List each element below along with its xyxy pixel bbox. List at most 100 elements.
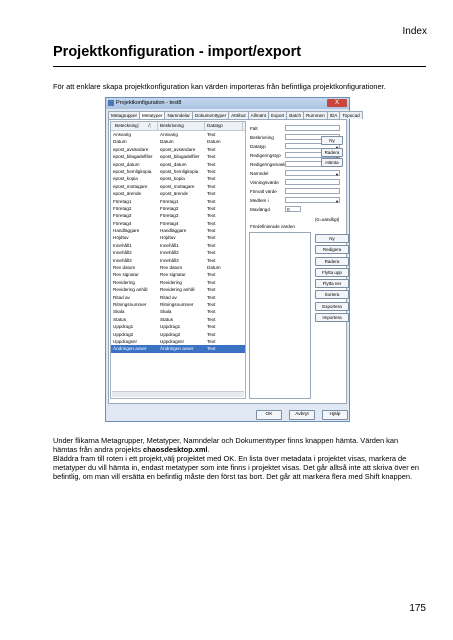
grid-ny-button[interactable]: Ny (321, 136, 343, 145)
table-cell: Innehåll2 (113, 250, 132, 256)
tab-export[interactable]: Export (268, 111, 288, 119)
table-row[interactable]: epost_ärende epost_ärende Text (111, 190, 245, 197)
horizontal-scrollbar[interactable] (112, 391, 244, 397)
table-row[interactable]: Handläggare Handläggare Text (111, 227, 245, 234)
table-row[interactable]: Skala Skala Text (111, 308, 245, 315)
table-row[interactable]: Uppdragsnr Uppdragsnr Text (111, 338, 245, 345)
table-row[interactable]: Innehåll2 Innehåll2 Text (111, 249, 245, 256)
hjälp-button[interactable]: Hjälp (322, 410, 348, 420)
table-cell: Höjdtuv (113, 235, 129, 241)
predefined-flytta-ner-button[interactable]: Flytta ner (315, 279, 349, 289)
table-cell: Rev datum (160, 265, 183, 271)
field-label: Visningsvärde (250, 180, 279, 185)
column-header-datatyp[interactable]: Datatyp (205, 122, 243, 130)
field-label: Maxlängd (250, 207, 270, 212)
tab-namndelar[interactable]: Namndelar (164, 111, 193, 119)
predefined-radera-button[interactable]: Radera (315, 256, 349, 266)
table-cell: Uppdrag2 (113, 331, 134, 337)
predefined-values-list[interactable] (249, 232, 311, 399)
intro-text: För att enklare skapa projektkonfigurati… (53, 82, 386, 91)
table-row[interactable]: epost_mottagare epost_mottagare Text (111, 183, 245, 190)
table-cell: Skala (160, 309, 172, 315)
table-cell: Text (207, 338, 216, 344)
table-cell: Innehåll2 (160, 250, 179, 256)
table-row[interactable]: Uppdrag1 Uppdrag1 Text (111, 323, 245, 330)
table-row[interactable]: Ritad av Ritad av Text (111, 294, 245, 301)
tab-metatyper[interactable]: Metatyper (139, 111, 166, 119)
predefined-importera-button[interactable]: Importera (315, 313, 349, 323)
tab-dokumenttyper[interactable]: Dokumenttyper (191, 111, 230, 119)
field-input[interactable] (285, 179, 340, 185)
predefined-ny-button[interactable]: Ny (315, 234, 349, 243)
table-cell: Text (207, 250, 216, 256)
tab-topocad[interactable]: Topocad (339, 111, 363, 119)
field-input[interactable] (285, 125, 340, 131)
field-label: Datatyp (250, 144, 266, 149)
table-cell: Datum (207, 139, 221, 145)
predefined-exportera-button[interactable]: Exportera (315, 301, 349, 311)
table-row[interactable]: Ändringen avser Ändringen avser Text (111, 345, 245, 353)
table-row[interactable]: Ritningsnummer Ritningsnummer Text (111, 301, 245, 308)
table-row[interactable]: Företag4 Företag4 Text (111, 220, 245, 227)
filename: chaosdesktop.xml (142, 445, 208, 454)
table-cell: epost_bilagadelfiler (160, 154, 200, 160)
field-label: Beskrivning (250, 135, 274, 140)
title-rule (53, 66, 426, 67)
tab-batch[interactable]: Batch (286, 111, 305, 119)
table-row[interactable]: Innehåll1 Innehåll1 Text (111, 242, 245, 249)
predefined-values-label: Fördefinierade värden (250, 224, 295, 229)
tab-ida[interactable]: IDA (326, 111, 341, 119)
tab-metagrupper[interactable]: Metagrupper (108, 111, 141, 119)
table-cell: Text (207, 183, 216, 189)
grid-body: Ansvarig Ansvarig Text Datum Datum Datum epost… (111, 131, 245, 353)
table-cell: Rev datum (113, 265, 136, 271)
paragraph-browse: Bläddra fram till roten i ett projekt,vä… (53, 454, 420, 481)
table-row[interactable]: Företag1 Företag1 Text (111, 198, 245, 205)
grid-hämta-button[interactable]: Hämta (321, 158, 343, 167)
table-row[interactable]: epost_kopia epost_kopia Text (111, 175, 245, 182)
predefined-sortera-button[interactable]: Sortera (315, 290, 349, 300)
field-input[interactable] (285, 188, 340, 194)
table-cell: Text (207, 324, 216, 330)
field-input[interactable]: 0 (285, 206, 301, 212)
table-row[interactable]: Rev signatur Rev signatur Text (111, 271, 245, 278)
tab-allmänt[interactable]: Allmänt (247, 111, 269, 119)
table-row[interactable]: Status Status Text (111, 316, 245, 323)
table-row[interactable]: Företag2 Företag2 Text (111, 205, 245, 212)
grid-radera-button[interactable]: Radera (321, 148, 343, 157)
tab-pane: Beteckning / Beskrivning Datatyp Ansvari… (108, 119, 349, 404)
table-row[interactable]: Ansvarig Ansvarig Text (111, 131, 245, 138)
tab-rummen[interactable]: Rummen (303, 111, 328, 119)
table-row[interactable]: epost_datum epost_datum Text (111, 161, 245, 168)
table-row[interactable]: Revidering anhål Revidering anhål Text (111, 286, 245, 293)
table-cell: Innehåll1 (160, 242, 179, 248)
table-row[interactable]: epost_avsändare epost_avsändare Text (111, 146, 245, 153)
column-header-beskrivning[interactable]: Beskrivning (158, 122, 205, 130)
table-row[interactable]: epost_hemligkopia epost_hemligkopia Text (111, 168, 245, 175)
close-icon[interactable]: X (327, 99, 347, 107)
table-row[interactable]: Revidering Revidering Text (111, 279, 245, 286)
field-dropdown[interactable] (285, 170, 340, 176)
predefined-redigera-button[interactable]: Redigera (315, 245, 349, 255)
predefined-flytta-upp-button[interactable]: Flytta upp (315, 267, 349, 277)
ok-button[interactable]: OK (256, 410, 282, 420)
table-row[interactable]: Innehåll3 Innehåll3 Text (111, 257, 245, 264)
field-dropdown[interactable] (285, 197, 340, 203)
field-label: Fält (250, 126, 258, 131)
table-row[interactable]: Uppdrag2 Uppdrag2 Text (111, 331, 245, 338)
table-cell: epost_bilagadelfiler (113, 154, 153, 160)
column-header-beteckning[interactable]: Beteckning / (111, 122, 158, 130)
table-row[interactable]: Datum Datum Datum (111, 138, 245, 145)
table-row[interactable]: Höjdtuv Höjdtuv Text (111, 234, 245, 241)
table-cell: Företag4 (113, 220, 132, 226)
tab-attribut[interactable]: Attribut (228, 111, 249, 119)
table-row[interactable]: epost_bilagadelfiler epost_bilagadelfiler… (111, 153, 245, 160)
field-label: Förvalt värde (250, 189, 277, 194)
table-row[interactable]: Företag3 Företag3 Text (111, 212, 245, 219)
table-cell: epost_avsändare (160, 146, 196, 152)
table-cell: Handläggare (160, 228, 187, 234)
table-row[interactable]: Rev datum Rev datum Datum (111, 264, 245, 271)
avbryt-button[interactable]: Avbryt (289, 410, 315, 420)
table-cell: Företag3 (160, 213, 179, 219)
table-cell: Ändringen avser (160, 346, 194, 352)
